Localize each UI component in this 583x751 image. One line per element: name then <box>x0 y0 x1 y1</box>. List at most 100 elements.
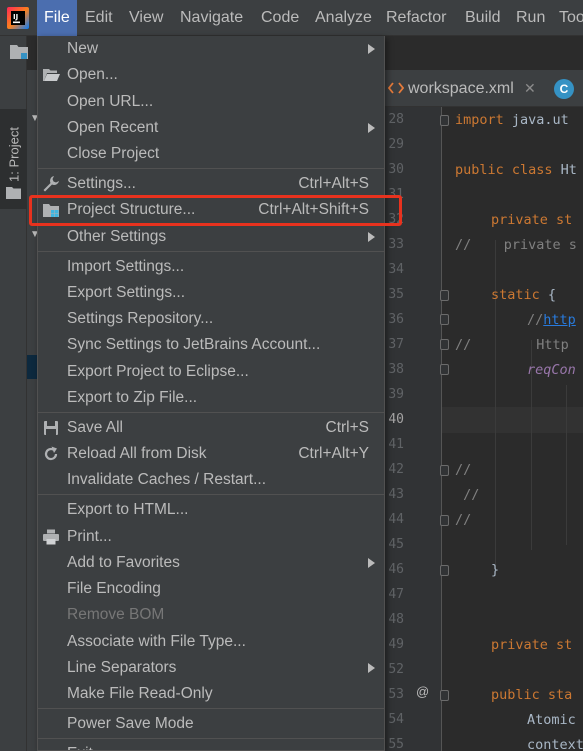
menu-refactor[interactable]: Refactor <box>379 0 453 36</box>
wrench-icon <box>43 176 59 192</box>
fold-marker-icon[interactable] <box>440 565 449 576</box>
fold-marker-icon[interactable] <box>440 339 449 350</box>
menu-item-add-favorites[interactable]: Add to Favorites <box>38 550 384 576</box>
menu-item-label: Associate with File Type... <box>67 633 246 650</box>
code-text: { <box>539 287 557 303</box>
line-number: 49 <box>388 637 404 652</box>
menu-item-reload-all[interactable]: Reload All from Disk Ctrl+Alt+Y <box>38 441 384 467</box>
line-number: 42 <box>388 462 404 477</box>
line-number: 34 <box>388 262 404 277</box>
menu-item-save-all[interactable]: Save All Ctrl+S <box>38 415 384 441</box>
line-number: 46 <box>388 562 404 577</box>
menu-item-label: Close Project <box>67 145 160 162</box>
annotation-highlight-box <box>29 195 402 226</box>
menu-item-import-settings[interactable]: Import Settings... <box>38 254 384 280</box>
code-keyword: public class <box>455 162 553 178</box>
file-menu-dropdown: New Open... Open URL... Open Recent Clos… <box>37 36 385 751</box>
line-number: 45 <box>388 537 404 552</box>
menu-item-exit[interactable]: Exit <box>38 741 384 750</box>
menu-item-power-save-mode[interactable]: Power Save Mode <box>38 711 384 737</box>
fold-marker-icon[interactable] <box>440 314 449 325</box>
menu-item-print[interactable]: Print... <box>38 524 384 550</box>
code-comment-line: // <box>455 462 472 478</box>
menu-item-close-project[interactable]: Close Project <box>38 141 384 167</box>
menu-run[interactable]: Run <box>509 0 552 36</box>
code-url[interactable]: http <box>543 312 576 328</box>
line-number: 43 <box>388 487 404 502</box>
menu-item-label: Export Settings... <box>67 284 186 301</box>
code-line: private st <box>491 637 573 653</box>
menu-file[interactable]: File <box>37 0 77 36</box>
code-comment-line: // private s <box>455 237 577 253</box>
reload-icon <box>44 446 58 461</box>
menu-edit[interactable]: Edit <box>78 0 120 36</box>
menu-code[interactable]: Code <box>254 0 306 36</box>
line-number: 48 <box>388 612 404 627</box>
menu-item-new[interactable]: New <box>38 36 384 62</box>
menu-separator <box>38 738 384 739</box>
menu-item-settings[interactable]: Settings... Ctrl+Alt+S <box>38 171 384 197</box>
menu-separator <box>38 168 384 169</box>
fold-marker-icon[interactable] <box>440 364 449 375</box>
code-line: context <box>527 737 583 751</box>
menu-item-label: Import Settings... <box>67 258 185 275</box>
line-number: 29 <box>388 137 404 152</box>
java-class-icon[interactable]: C <box>554 79 574 99</box>
open-folder-icon <box>43 69 60 81</box>
submenu-arrow-icon <box>368 663 375 673</box>
menu-item-open[interactable]: Open... <box>38 62 384 88</box>
menu-item-label: Print... <box>67 528 112 545</box>
code-keyword: import <box>455 112 504 128</box>
menu-item-export-settings[interactable]: Export Settings... <box>38 280 384 306</box>
menu-item-other-settings[interactable]: Other Settings <box>38 224 384 250</box>
code-line: static { <box>491 286 556 304</box>
menu-item-label: Other Settings <box>67 228 167 245</box>
project-folder-icon[interactable] <box>10 44 28 60</box>
menu-navigate[interactable]: Navigate <box>173 0 250 36</box>
menu-item-label: Exit <box>67 741 93 750</box>
menu-item-make-read-only[interactable]: Make File Read-Only <box>38 681 384 707</box>
fold-marker-icon[interactable] <box>440 465 449 476</box>
close-icon[interactable]: ✕ <box>524 70 536 107</box>
menu-item-export-eclipse[interactable]: Export Project to Eclipse... <box>38 359 384 385</box>
menu-item-file-encoding[interactable]: File Encoding <box>38 576 384 602</box>
line-number: 38 <box>388 362 404 377</box>
fold-marker-icon[interactable] <box>440 290 449 301</box>
main-menu-bar: IJ File Edit View Navigate Code Analyze … <box>0 0 583 36</box>
menu-item-export-html[interactable]: Export to HTML... <box>38 497 384 523</box>
fold-marker-icon[interactable] <box>440 115 449 126</box>
line-number: 36 <box>388 312 404 327</box>
intellij-logo-icon[interactable]: IJ <box>7 7 29 29</box>
menu-item-invalidate-caches[interactable]: Invalidate Caches / Restart... <box>38 467 384 493</box>
xml-file-icon <box>388 82 404 94</box>
line-number: 37 <box>388 337 404 352</box>
save-icon <box>44 421 58 435</box>
menu-analyze[interactable]: Analyze <box>308 0 379 36</box>
menu-item-sync-settings[interactable]: Sync Settings to JetBrains Account... <box>38 332 384 358</box>
menu-item-open-url[interactable]: Open URL... <box>38 89 384 115</box>
code-keyword: public <box>491 687 540 703</box>
line-number: 35 <box>388 287 404 302</box>
menu-item-label: Export to HTML... <box>67 501 189 518</box>
line-number: 39 <box>388 387 404 402</box>
menu-item-settings-repository[interactable]: Settings Repository... <box>38 306 384 332</box>
override-marker-icon[interactable]: @ <box>416 684 429 699</box>
menu-item-label: Open... <box>67 66 118 83</box>
editor-tab-bar: workspace.xml ✕ C <box>384 70 583 107</box>
menu-item-shortcut: Ctrl+Alt+S <box>298 175 369 192</box>
code-line: public sta <box>491 686 572 704</box>
fold-marker-icon[interactable] <box>440 515 449 526</box>
menu-view[interactable]: View <box>122 0 170 36</box>
code-comment-line: // <box>455 487 480 503</box>
menu-item-line-separators[interactable]: Line Separators <box>38 655 384 681</box>
menu-item-associate-file-type[interactable]: Associate with File Type... <box>38 629 384 655</box>
fold-marker-icon[interactable] <box>440 690 449 701</box>
tab-workspace-xml[interactable]: workspace.xml ✕ <box>384 70 554 107</box>
menu-item-open-recent[interactable]: Open Recent <box>38 115 384 141</box>
menu-item-export-zip[interactable]: Export to Zip File... <box>38 385 384 411</box>
menu-tools[interactable]: Too <box>552 0 583 36</box>
line-number: 30 <box>388 162 404 177</box>
menu-build[interactable]: Build <box>458 0 508 36</box>
menu-item-label: Line Separators <box>67 659 177 676</box>
code-comment: // <box>527 312 544 328</box>
